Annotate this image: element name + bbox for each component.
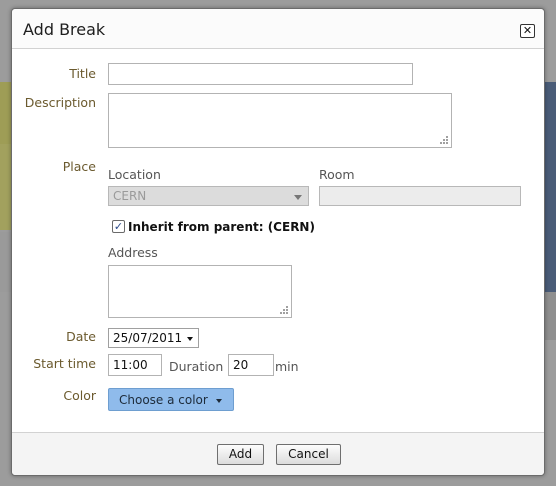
chevron-down-icon <box>294 195 302 200</box>
start-time-input[interactable] <box>108 354 162 376</box>
duration-input[interactable] <box>228 354 274 376</box>
inherit-label: Inherit from parent: (CERN) <box>128 220 315 234</box>
location-value: CERN <box>113 189 147 203</box>
choose-color-label: Choose a color <box>119 393 208 407</box>
background-page-strip <box>0 144 11 230</box>
room-label: Room <box>319 167 355 182</box>
title-label: Title <box>69 66 96 81</box>
background-page-strip <box>0 232 11 292</box>
room-input <box>319 186 521 206</box>
description-label: Description <box>24 95 96 110</box>
dialog-title: Add Break <box>23 20 106 39</box>
add-break-dialog: Add Break ✕ Title Description Place Loca… <box>11 8 545 476</box>
date-label: Date <box>66 329 96 344</box>
title-input[interactable] <box>108 63 413 85</box>
cancel-button[interactable]: Cancel <box>276 444 341 465</box>
background-page-strip <box>0 82 11 144</box>
place-label: Place <box>62 159 96 174</box>
location-label: Location <box>108 167 161 182</box>
dialog-footer: Add Cancel <box>12 432 544 475</box>
resize-grip-icon[interactable] <box>440 136 448 144</box>
address-textarea[interactable] <box>108 265 292 318</box>
duration-label: Duration <box>169 359 224 374</box>
chevron-down-icon <box>216 399 222 403</box>
date-value: 25/07/2011 <box>113 331 183 345</box>
add-button[interactable]: Add <box>217 444 264 465</box>
chevron-down-icon <box>187 337 193 341</box>
background-page-strip <box>544 292 556 340</box>
background-page-strip <box>544 82 556 292</box>
date-select[interactable]: 25/07/2011 <box>108 328 199 348</box>
dialog-titlebar: Add Break ✕ <box>12 9 544 49</box>
address-label: Address <box>108 245 158 260</box>
start-time-label: Start time <box>33 356 96 371</box>
location-select: CERN <box>108 186 309 206</box>
choose-color-button[interactable]: Choose a color <box>108 388 234 411</box>
duration-unit: min <box>275 359 299 374</box>
description-textarea[interactable] <box>108 93 452 148</box>
inherit-checkbox[interactable]: ✓ <box>112 220 125 233</box>
resize-grip-icon[interactable] <box>280 306 288 314</box>
color-label: Color <box>63 388 96 403</box>
close-icon[interactable]: ✕ <box>520 24 535 38</box>
